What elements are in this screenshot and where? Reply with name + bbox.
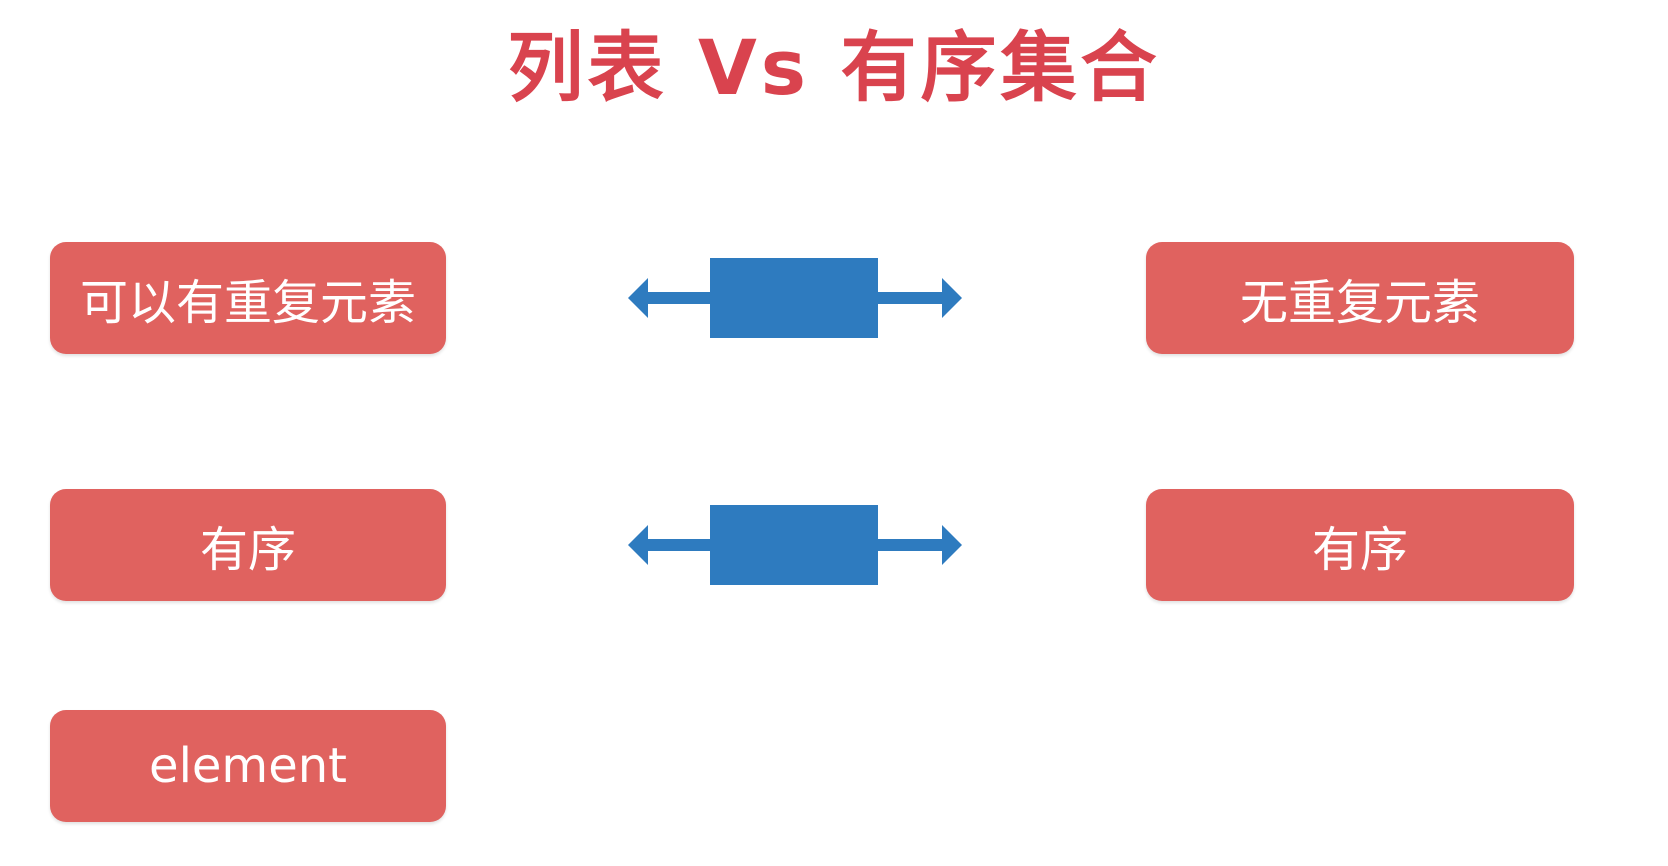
list-property-element: element xyxy=(50,710,446,822)
double-arrow-icon xyxy=(628,505,962,585)
list-property-ordered: 有序 xyxy=(50,489,446,601)
sorted-set-property-ordered: 有序 xyxy=(1146,489,1574,601)
list-property-duplicates: 可以有重复元素 xyxy=(50,242,446,354)
double-arrow-icon xyxy=(628,258,962,338)
sorted-set-property-no-duplicates: 无重复元素 xyxy=(1146,242,1574,354)
slide-title: 列表 Vs 有序集合 xyxy=(507,23,1161,112)
